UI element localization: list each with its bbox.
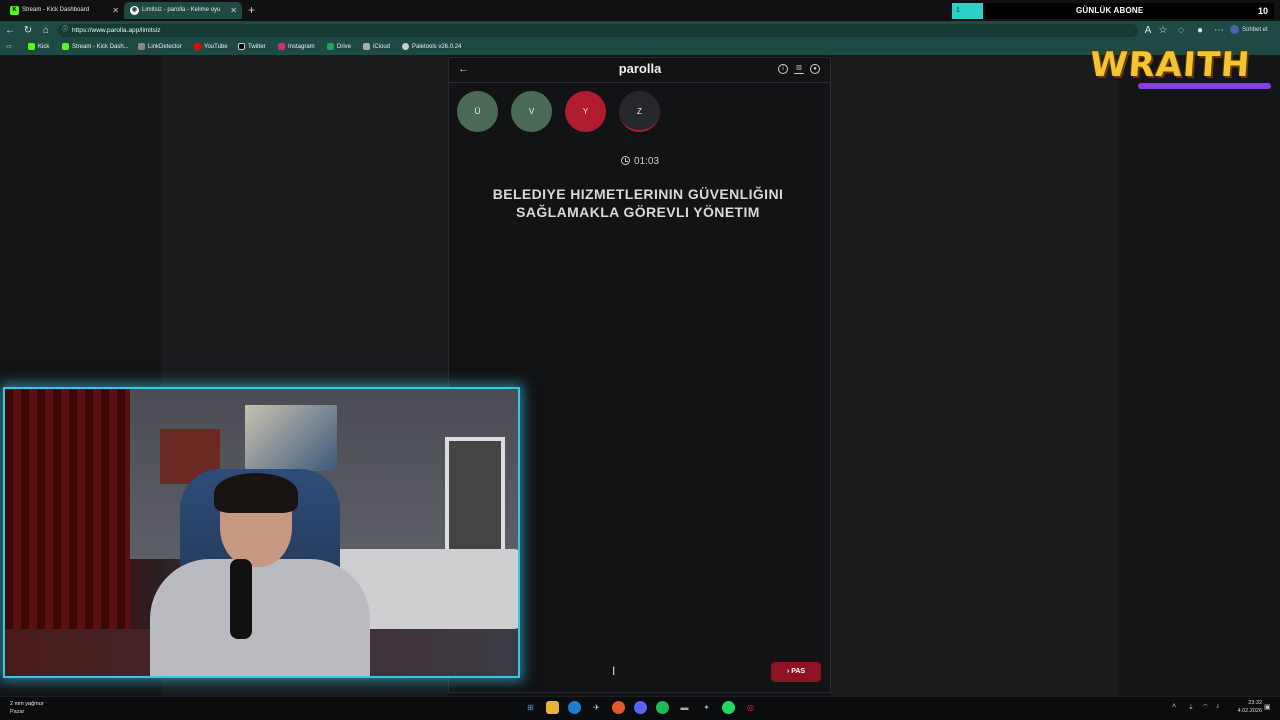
terminal-icon[interactable]: ▬ [678, 701, 691, 714]
app-icon[interactable] [612, 701, 625, 714]
chevron-right-icon: › [786, 668, 790, 675]
tab-kick-dashboard[interactable]: K Stream - Kick Dashboard ✕ [4, 2, 124, 19]
close-tab-icon[interactable]: ✕ [230, 2, 237, 19]
taskbar-clock[interactable]: 23:32 4.02.2026 [1232, 699, 1262, 715]
start-icon[interactable]: ⊞ [524, 701, 537, 714]
weather-widget[interactable]: 2 mm yağmur Pazar [10, 700, 44, 716]
tab-title: Stream - Kick Dashboard [22, 7, 90, 13]
parolla-icon: ◉ [130, 6, 139, 15]
edge-icon[interactable] [568, 701, 581, 714]
download-icon[interactable]: ⇣ [1188, 703, 1194, 711]
stats-icon[interactable]: ▥ [794, 64, 804, 74]
recording-icon[interactable]: ◎ [744, 701, 757, 714]
logo-underline [1138, 83, 1271, 89]
chat-label: Sohbet et [1242, 27, 1268, 33]
pass-button[interactable]: › PAS [771, 662, 821, 682]
url-text: https://www.parolla.app/limitsiz [72, 27, 161, 34]
sidebar-toggle-icon[interactable]: ▭ [6, 40, 12, 55]
site-info-icon[interactable]: ⓘ [62, 24, 68, 37]
back-icon[interactable]: ← [3, 24, 17, 37]
clock-icon [620, 156, 630, 165]
sub-count: 1 [952, 3, 983, 19]
webcam-overlay [3, 387, 520, 678]
weather-day: Pazar [10, 709, 25, 715]
weather-text: 2 mm yağmur [10, 701, 44, 707]
tab-parolla[interactable]: ◉ Limitsiz - parolla - Kelime oyu ✕ [124, 2, 242, 19]
letter-circle-current: Z [619, 91, 660, 132]
network-app-icon[interactable]: ✦ [700, 701, 713, 714]
menu-icon[interactable]: ⋯ [1212, 24, 1226, 37]
text-cursor-icon: I [612, 664, 616, 678]
bookmark-paletools[interactable]: Paletools v26.0.24 [402, 40, 461, 55]
chevron-up-icon[interactable]: ˄ [1172, 703, 1176, 710]
home-icon[interactable]: ⌂ [39, 24, 53, 37]
question-text: BELEDIYE HIZMETLERININ GÜVENLIĞINI SAĞLA… [492, 186, 784, 220]
bookmark-youtube[interactable]: YouTube [194, 40, 228, 55]
letter-circle-correct: Ü [457, 91, 498, 132]
bookmark-icloud[interactable]: iCloud [363, 40, 390, 55]
clock-time: 23:32 [1248, 700, 1262, 706]
spotify-icon[interactable] [656, 701, 669, 714]
game-title: parolla [618, 61, 662, 76]
bookmarks-bar: ▭ Kick Stream - Kick Dash... LinkDetecto… [0, 40, 1280, 55]
timer: 01:03 [600, 155, 680, 169]
letter-circle-wrong: Y [565, 91, 606, 132]
chat-button[interactable]: Sohbet et [1230, 23, 1268, 37]
notification-icon[interactable]: ▣ [1264, 703, 1271, 711]
steam-icon[interactable]: ✈ [590, 701, 603, 714]
right-panel [1118, 55, 1280, 696]
bookmark-twitter[interactable]: Twitter [238, 40, 266, 55]
info-icon[interactable]: i [778, 64, 788, 74]
url-input[interactable]: ⓘ https://www.parolla.app/limitsiz [58, 24, 1138, 37]
right-gutter [831, 55, 1118, 696]
profile-icon[interactable]: ● [1193, 24, 1207, 37]
arrow-left-icon[interactable]: ← [458, 63, 469, 75]
timer-value: 01:03 [633, 156, 660, 167]
star-icon[interactable]: ☆ [1156, 24, 1170, 37]
avatar [1230, 24, 1239, 34]
settings-icon[interactable]: ● [810, 64, 820, 74]
extension-icon[interactable]: ◌ [1174, 24, 1188, 37]
close-tab-icon[interactable]: ✕ [112, 2, 119, 19]
new-tab-button[interactable]: + [248, 2, 255, 19]
bookmark-drive[interactable]: Drive [327, 40, 351, 55]
sub-label: GÜNLÜK ABONE [1076, 6, 1144, 15]
streamer-logo: WRAITH [1088, 45, 1252, 85]
volume-icon[interactable]: ♪ [1216, 703, 1220, 710]
wifi-icon[interactable]: ⌔ [1202, 703, 1209, 712]
letter-circle-correct: V [511, 91, 552, 132]
bookmark-kick[interactable]: Kick [28, 40, 49, 55]
bookmark-linkdetector[interactable]: LinkDetector [138, 40, 182, 55]
reload-icon[interactable]: ↻ [21, 24, 35, 37]
file-explorer-icon[interactable] [546, 701, 559, 714]
translate-icon[interactable]: A [1141, 24, 1155, 37]
whatsapp-icon[interactable] [722, 701, 735, 714]
sub-total: 10 [1257, 6, 1268, 16]
clock-date: 4.02.2026 [1237, 708, 1262, 714]
sub-goal-bar: 1 GÜNLÜK ABONE 10 [952, 3, 1274, 19]
bookmark-instagram[interactable]: Instagram [278, 40, 315, 55]
tab-title: Limitsiz - parolla - Kelime oyu [142, 7, 221, 13]
pass-label: PAS [791, 668, 806, 675]
bookmark-kick-dashboard[interactable]: Stream - Kick Dash... [62, 40, 129, 55]
kick-icon: K [10, 6, 19, 15]
discord-icon[interactable] [634, 701, 647, 714]
